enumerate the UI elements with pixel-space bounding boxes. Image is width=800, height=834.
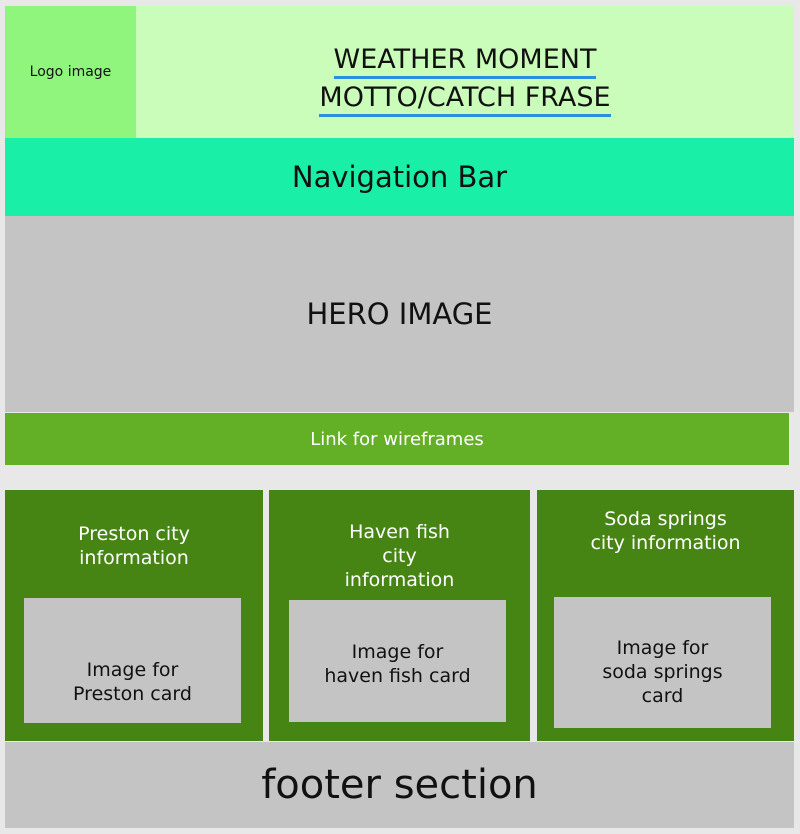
card-image-label-line: Image for — [616, 637, 709, 659]
logo-label: Logo image — [29, 64, 112, 80]
card-title-line: Preston city — [78, 523, 190, 545]
footer-section: footer section — [5, 742, 794, 828]
logo-placeholder: Logo image — [5, 6, 136, 138]
site-title: WEATHER MOMENT — [333, 44, 597, 79]
city-card-soda-springs: Soda springs city information Image for … — [537, 490, 794, 741]
navigation-bar[interactable]: Navigation Bar — [5, 138, 794, 216]
wireframe-canvas: Logo image WEATHER MOMENT MOTTO/CATCH FR… — [0, 0, 800, 834]
card-title-line: city information — [590, 532, 741, 554]
hero-image-label: HERO IMAGE — [306, 297, 493, 331]
city-card-preston: Preston city information Image for Prest… — [5, 490, 263, 741]
site-motto: MOTTO/CATCH FRASE — [319, 82, 611, 117]
city-card-haven-fish: Haven fish city information Image for ha… — [269, 490, 530, 741]
card-image-label-line: Preston card — [73, 683, 192, 705]
card-title-line: information — [79, 547, 189, 569]
header-banner: WEATHER MOMENT MOTTO/CATCH FRASE — [136, 6, 794, 138]
card-image-placeholder: Image for Preston card — [24, 598, 241, 723]
motto-line: MOTTO/CATCH FRASE — [136, 82, 794, 117]
wireframes-link[interactable]: Link for wireframes — [5, 413, 789, 465]
card-image-label-line: haven fish card — [324, 665, 471, 687]
site-title-line: WEATHER MOMENT — [136, 44, 794, 79]
card-title: Preston city information — [5, 522, 263, 570]
wireframes-link-label: Link for wireframes — [310, 428, 484, 450]
footer-label: footer section — [261, 762, 538, 808]
card-image-label-line: soda springs — [602, 661, 723, 683]
card-title-line: Soda springs — [604, 508, 727, 530]
card-image-placeholder: Image for haven fish card — [289, 600, 506, 722]
card-title: Soda springs city information — [537, 507, 794, 555]
card-image-label-line: Image for — [351, 641, 444, 663]
card-title: Haven fish city information — [269, 520, 530, 592]
card-image-placeholder: Image for soda springs card — [554, 597, 771, 728]
hero-image-placeholder: HERO IMAGE — [5, 216, 794, 412]
card-title-line: city — [382, 545, 417, 567]
card-image-label-line: card — [641, 685, 684, 707]
card-title-line: information — [344, 569, 455, 591]
card-title-line: Haven fish — [349, 521, 450, 543]
card-image-label-line: Image for — [86, 659, 179, 681]
navigation-bar-label: Navigation Bar — [291, 160, 508, 194]
